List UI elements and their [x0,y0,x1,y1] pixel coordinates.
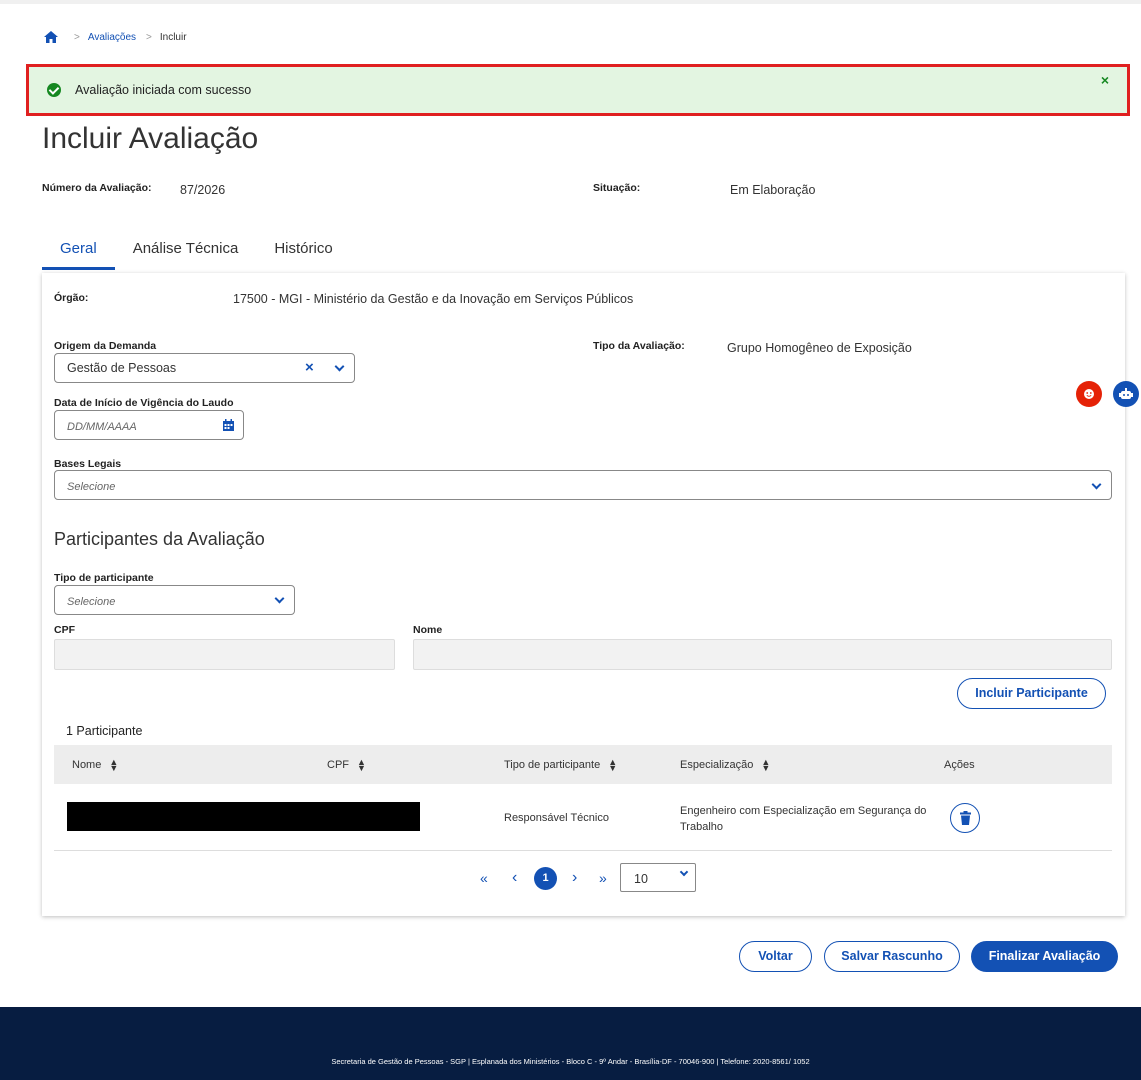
tab-historico[interactable]: Histórico [256,236,350,270]
column-header-label: Nome [72,759,102,771]
cell-tipo: Responsável Técnico [504,812,609,824]
sort-icon[interactable]: ▲ ▼ [357,758,366,773]
chevron-right-icon: > [74,31,80,43]
column-header-tipo[interactable]: Tipo de participante ▲ ▼ [504,758,617,773]
chevron-down-icon[interactable] [679,867,689,877]
next-page-button[interactable]: › [572,869,577,887]
success-alert: Avaliação iniciada com sucesso × [26,64,1130,116]
data-inicio-label: Data de Início de Vigência do Laudo [54,397,234,409]
orgao-value: 17500 - MGI - Ministério da Gestão e da … [233,292,634,306]
finalizar-avaliacao-button[interactable]: Finalizar Avaliação [971,941,1118,972]
close-icon[interactable]: × [1101,72,1109,88]
redacted-name-cpf [67,802,420,831]
table-row: Responsável Técnico Engenheiro com Espec… [54,784,1112,851]
chatbot-icon[interactable] [1113,381,1139,407]
column-header-label: Especialização [680,759,754,771]
nome-field[interactable] [413,639,1112,670]
breadcrumb-link-avaliacoes[interactable]: Avaliações [88,32,136,43]
data-inicio-placeholder: DD/MM/AAAA [67,421,137,433]
especializacao-line: Engenheiro com Especialização em Seguran… [680,805,927,817]
page-title: Incluir Avaliação [42,122,259,155]
chevron-down-icon[interactable] [274,593,285,604]
clear-icon[interactable]: × [305,359,314,376]
footer-text: Secretaria de Gestão de Pessoas - SGP | … [331,1057,810,1066]
situacao-value: Em Elaboração [730,183,816,197]
situacao-label: Situação: [593,182,641,194]
incluir-participante-button[interactable]: Incluir Participante [957,678,1106,709]
page-size-select[interactable]: 10 [620,863,696,892]
sort-icon[interactable]: ▲ ▼ [608,758,617,773]
current-page-button[interactable]: 1 [534,867,557,890]
column-header-acoes: Ações [944,759,975,771]
breadcrumb-current: Incluir [159,31,187,43]
origem-label: Origem da Demanda [54,340,157,352]
column-header-cpf[interactable]: CPF ▲ ▼ [327,758,366,773]
breadcrumb: > Avaliações > Incluir [44,28,187,46]
delete-button[interactable] [950,803,980,833]
tipo-participante-placeholder: Selecione [67,596,116,608]
footer: Secretaria de Gestão de Pessoas - SGP | … [0,1007,1141,1080]
origem-selected-value: Gestão de Pessoas [67,361,177,375]
numero-label: Número da Avaliação: [42,182,152,194]
salvar-rascunho-button[interactable]: Salvar Rascunho [824,941,960,972]
top-border [0,0,1141,4]
sort-icon[interactable]: ▲ ▼ [109,758,118,773]
chevron-down-icon[interactable] [1091,479,1102,490]
numero-value: 87/2026 [180,183,226,197]
last-page-button[interactable]: » [599,870,607,886]
calendar-icon[interactable] [223,418,234,436]
participantes-title: Participantes da Avaliação [54,529,265,549]
tab-geral[interactable]: Geral [42,236,115,270]
prev-page-button[interactable]: ‹ [512,869,517,887]
tab-bar: Geral Análise Técnica Histórico [42,236,351,270]
page-size-value: 10 [634,872,648,886]
column-header-especializacao[interactable]: Especialização ▲ ▼ [680,758,770,773]
bases-legais-select[interactable]: Selecione [54,470,1112,500]
tipo-avaliacao-label: Tipo da Avaliação: [593,340,685,352]
voltar-button[interactable]: Voltar [739,941,812,972]
cpf-label: CPF [54,624,75,636]
bases-legais-label: Bases Legais [54,458,122,470]
alert-message: Avaliação iniciada com sucesso [75,83,252,97]
chevron-down-icon[interactable] [334,361,345,372]
sort-icon[interactable]: ▲ ▼ [761,758,770,773]
first-page-button[interactable]: « [480,870,488,886]
cell-especializacao: Engenheiro com Especialização em Seguran… [680,803,926,835]
tab-analise-tecnica[interactable]: Análise Técnica [115,236,257,270]
trash-icon [960,811,971,825]
bases-legais-placeholder: Selecione [67,481,116,493]
especializacao-line: Trabalho [680,821,724,833]
tipo-participante-label: Tipo de participante [54,572,154,584]
data-inicio-input[interactable]: DD/MM/AAAA [54,410,244,440]
check-circle-icon [47,83,61,97]
cpf-field[interactable] [54,639,395,670]
participant-count: 1 Participante [66,724,143,738]
nome-label: Nome [413,624,443,636]
table-header: Nome ▲ ▼ CPF ▲ ▼ Tipo de participante ▲ ▼ Espe… [54,745,1112,784]
origem-select[interactable]: Gestão de Pessoas × [54,353,355,383]
tipo-avaliacao-value: Grupo Homogêneo de Exposição [727,341,912,355]
orgao-label: Órgão: [54,292,89,304]
home-icon[interactable] [44,31,58,43]
feedback-icon[interactable] [1076,381,1102,407]
column-header-label: Tipo de participante [504,759,601,771]
tipo-participante-select[interactable]: Selecione [54,585,295,615]
column-header-nome[interactable]: Nome ▲ ▼ [72,758,118,773]
column-header-label: CPF [327,759,349,771]
chevron-right-icon: > [146,31,152,43]
